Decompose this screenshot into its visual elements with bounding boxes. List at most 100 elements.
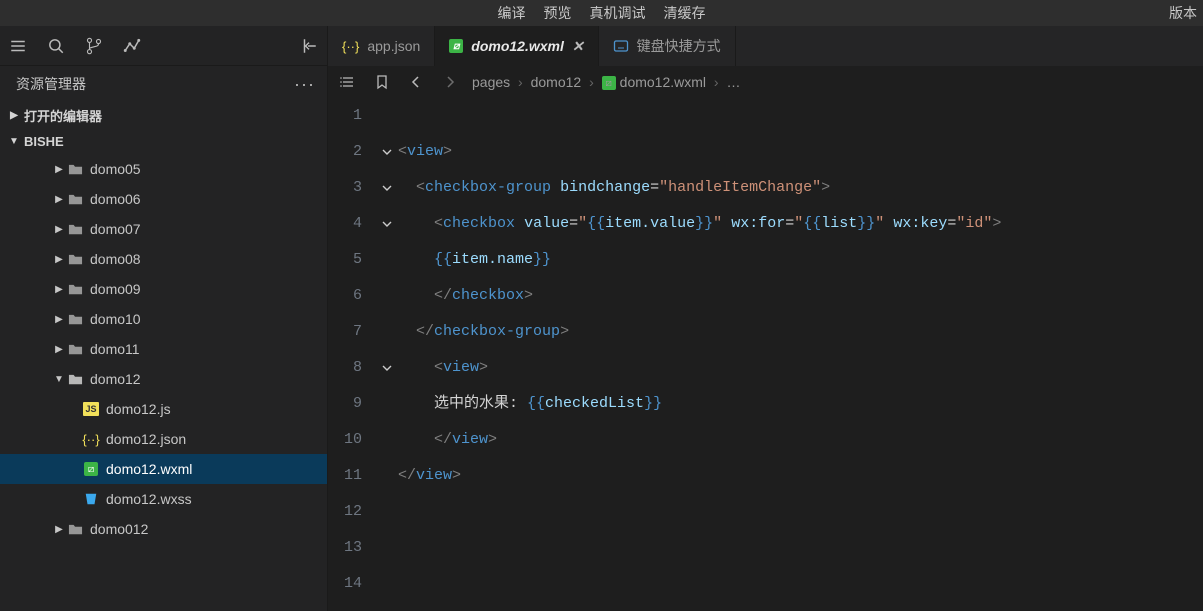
nav-forward-icon[interactable] [438,70,462,94]
file-item[interactable]: domo12.wxss [0,484,327,514]
close-icon[interactable]: ✕ [572,38,584,55]
folder-item[interactable]: ▶domo08 [0,244,327,274]
file-tree: ▶domo05▶domo06▶domo07▶domo08▶domo09▶domo… [0,154,327,611]
folder-icon [66,220,84,238]
chevron-right-icon: ▶ [52,524,66,535]
graph-icon[interactable] [122,36,142,56]
file-item[interactable]: ⧄domo12.wxml [0,454,327,484]
code-line[interactable]: </checkbox> [398,278,1203,314]
file-item[interactable]: JSdomo12.js [0,394,327,424]
menu-version[interactable]: 版本 [1169,3,1197,23]
code-line[interactable] [398,530,1203,566]
nav-back-icon[interactable] [404,70,428,94]
code-line[interactable]: {{item.name}} [398,242,1203,278]
keyboard-icon [613,38,629,54]
activity-bar [0,26,327,66]
line-number: 7 [328,314,362,350]
menu-icon[interactable] [8,36,28,56]
editor: {··} app.json ⧄ domo12.wxml ✕ 键盘快捷方式 [328,26,1203,611]
line-number: 10 [328,422,362,458]
code-line[interactable] [398,566,1203,602]
code-line[interactable]: 选中的水果: {{checkedList}} [398,386,1203,422]
crumb-file[interactable]: domo12.wxml [620,74,706,90]
folder-item[interactable]: ▶domo10 [0,304,327,334]
section-open-editors[interactable]: ▶ 打开的编辑器 [0,102,327,128]
git-branch-icon[interactable] [84,36,104,56]
line-number: 2 [328,134,362,170]
folder-icon [66,280,84,298]
tree-item-label: domo11 [90,341,140,357]
tab-domo12-wxml[interactable]: ⧄ domo12.wxml ✕ [435,26,598,66]
tree-item-label: domo09 [90,281,141,297]
more-actions-icon[interactable]: ··· [294,74,315,95]
json-icon: {··} [82,430,100,448]
code-line[interactable]: <view> [398,350,1203,386]
crumb-more[interactable]: … [726,74,740,90]
folder-item[interactable]: ▶ domo012 [0,514,327,544]
fold-chevron-icon[interactable] [376,134,398,170]
code-line[interactable]: </checkbox-group> [398,314,1203,350]
fold-column [376,98,398,611]
line-number: 6 [328,278,362,314]
menu-preview[interactable]: 预览 [544,3,572,23]
line-number: 1 [328,98,362,134]
line-number: 14 [328,566,362,602]
code-line[interactable]: <checkbox value="{{item.value}}" wx:for=… [398,206,1203,242]
wxml-icon: ⧄ [602,76,616,90]
tab-label: 键盘快捷方式 [637,36,721,56]
folder-icon [66,370,84,388]
breadcrumb[interactable]: pages › domo12 › ⧄domo12.wxml › … [472,74,740,90]
chevron-right-icon: ▶ [52,224,66,235]
folder-icon [66,340,84,358]
folder-icon [66,250,84,268]
section-open-editors-label: 打开的编辑器 [24,106,102,125]
folder-item[interactable]: ▶domo09 [0,274,327,304]
tab-label: app.json [367,38,420,54]
code-editor[interactable]: 1234567891011121314 <view> <checkbox-gro… [328,98,1203,611]
menu-debug[interactable]: 真机调试 [590,3,646,23]
folder-item[interactable]: ▶ domo11 [0,334,327,364]
file-item[interactable]: {··} domo12.json [0,424,327,454]
chevron-right-icon: ▶ [52,344,66,355]
tab-shortcuts[interactable]: 键盘快捷方式 [599,26,736,66]
list-icon[interactable] [336,70,360,94]
tab-app-json[interactable]: {··} app.json [328,26,435,66]
top-menu-bar: 编译 预览 真机调试 清缓存 版本 [0,0,1203,26]
menu-compile[interactable]: 编译 [498,3,526,23]
tree-item-label: domo012 [90,521,148,537]
explorer-header: 资源管理器 ··· [0,66,327,102]
tree-item-label: domo08 [90,251,141,267]
code-line[interactable]: <view> [398,134,1203,170]
tree-item-label: domo12.wxss [106,491,192,507]
line-number: 5 [328,242,362,278]
code-line[interactable]: </view> [398,422,1203,458]
crumb-pages[interactable]: pages [472,74,510,90]
fold-chevron-icon[interactable] [376,350,398,386]
line-number: 11 [328,458,362,494]
line-number: 8 [328,350,362,386]
json-icon: {··} [342,39,359,54]
bookmark-icon[interactable] [370,70,394,94]
code-line[interactable] [398,494,1203,530]
chevron-right-icon: ▶ [52,194,66,205]
crumb-domo12[interactable]: domo12 [531,74,582,90]
folder-icon [66,160,84,178]
section-project[interactable]: ▼ BISHE [0,128,327,154]
code-line[interactable] [398,98,1203,134]
wxss-icon [82,490,100,508]
folder-item[interactable]: ▶domo06 [0,184,327,214]
code-content[interactable]: <view> <checkbox-group bindchange="handl… [398,98,1203,611]
menu-clear[interactable]: 清缓存 [664,3,706,23]
search-icon[interactable] [46,36,66,56]
chevron-down-icon: ▼ [8,136,20,147]
fold-chevron-icon[interactable] [376,170,398,206]
fold-chevron-icon[interactable] [376,206,398,242]
folder-item[interactable]: ▶domo07 [0,214,327,244]
editor-tabs: {··} app.json ⧄ domo12.wxml ✕ 键盘快捷方式 [328,26,1203,66]
tree-item-label: domo12.json [106,431,186,447]
code-line[interactable]: <checkbox-group bindchange="handleItemCh… [398,170,1203,206]
code-line[interactable]: </view> [398,458,1203,494]
folder-item[interactable]: ▶domo05 [0,154,327,184]
collapse-icon[interactable] [299,36,319,56]
folder-item[interactable]: ▼domo12 [0,364,327,394]
